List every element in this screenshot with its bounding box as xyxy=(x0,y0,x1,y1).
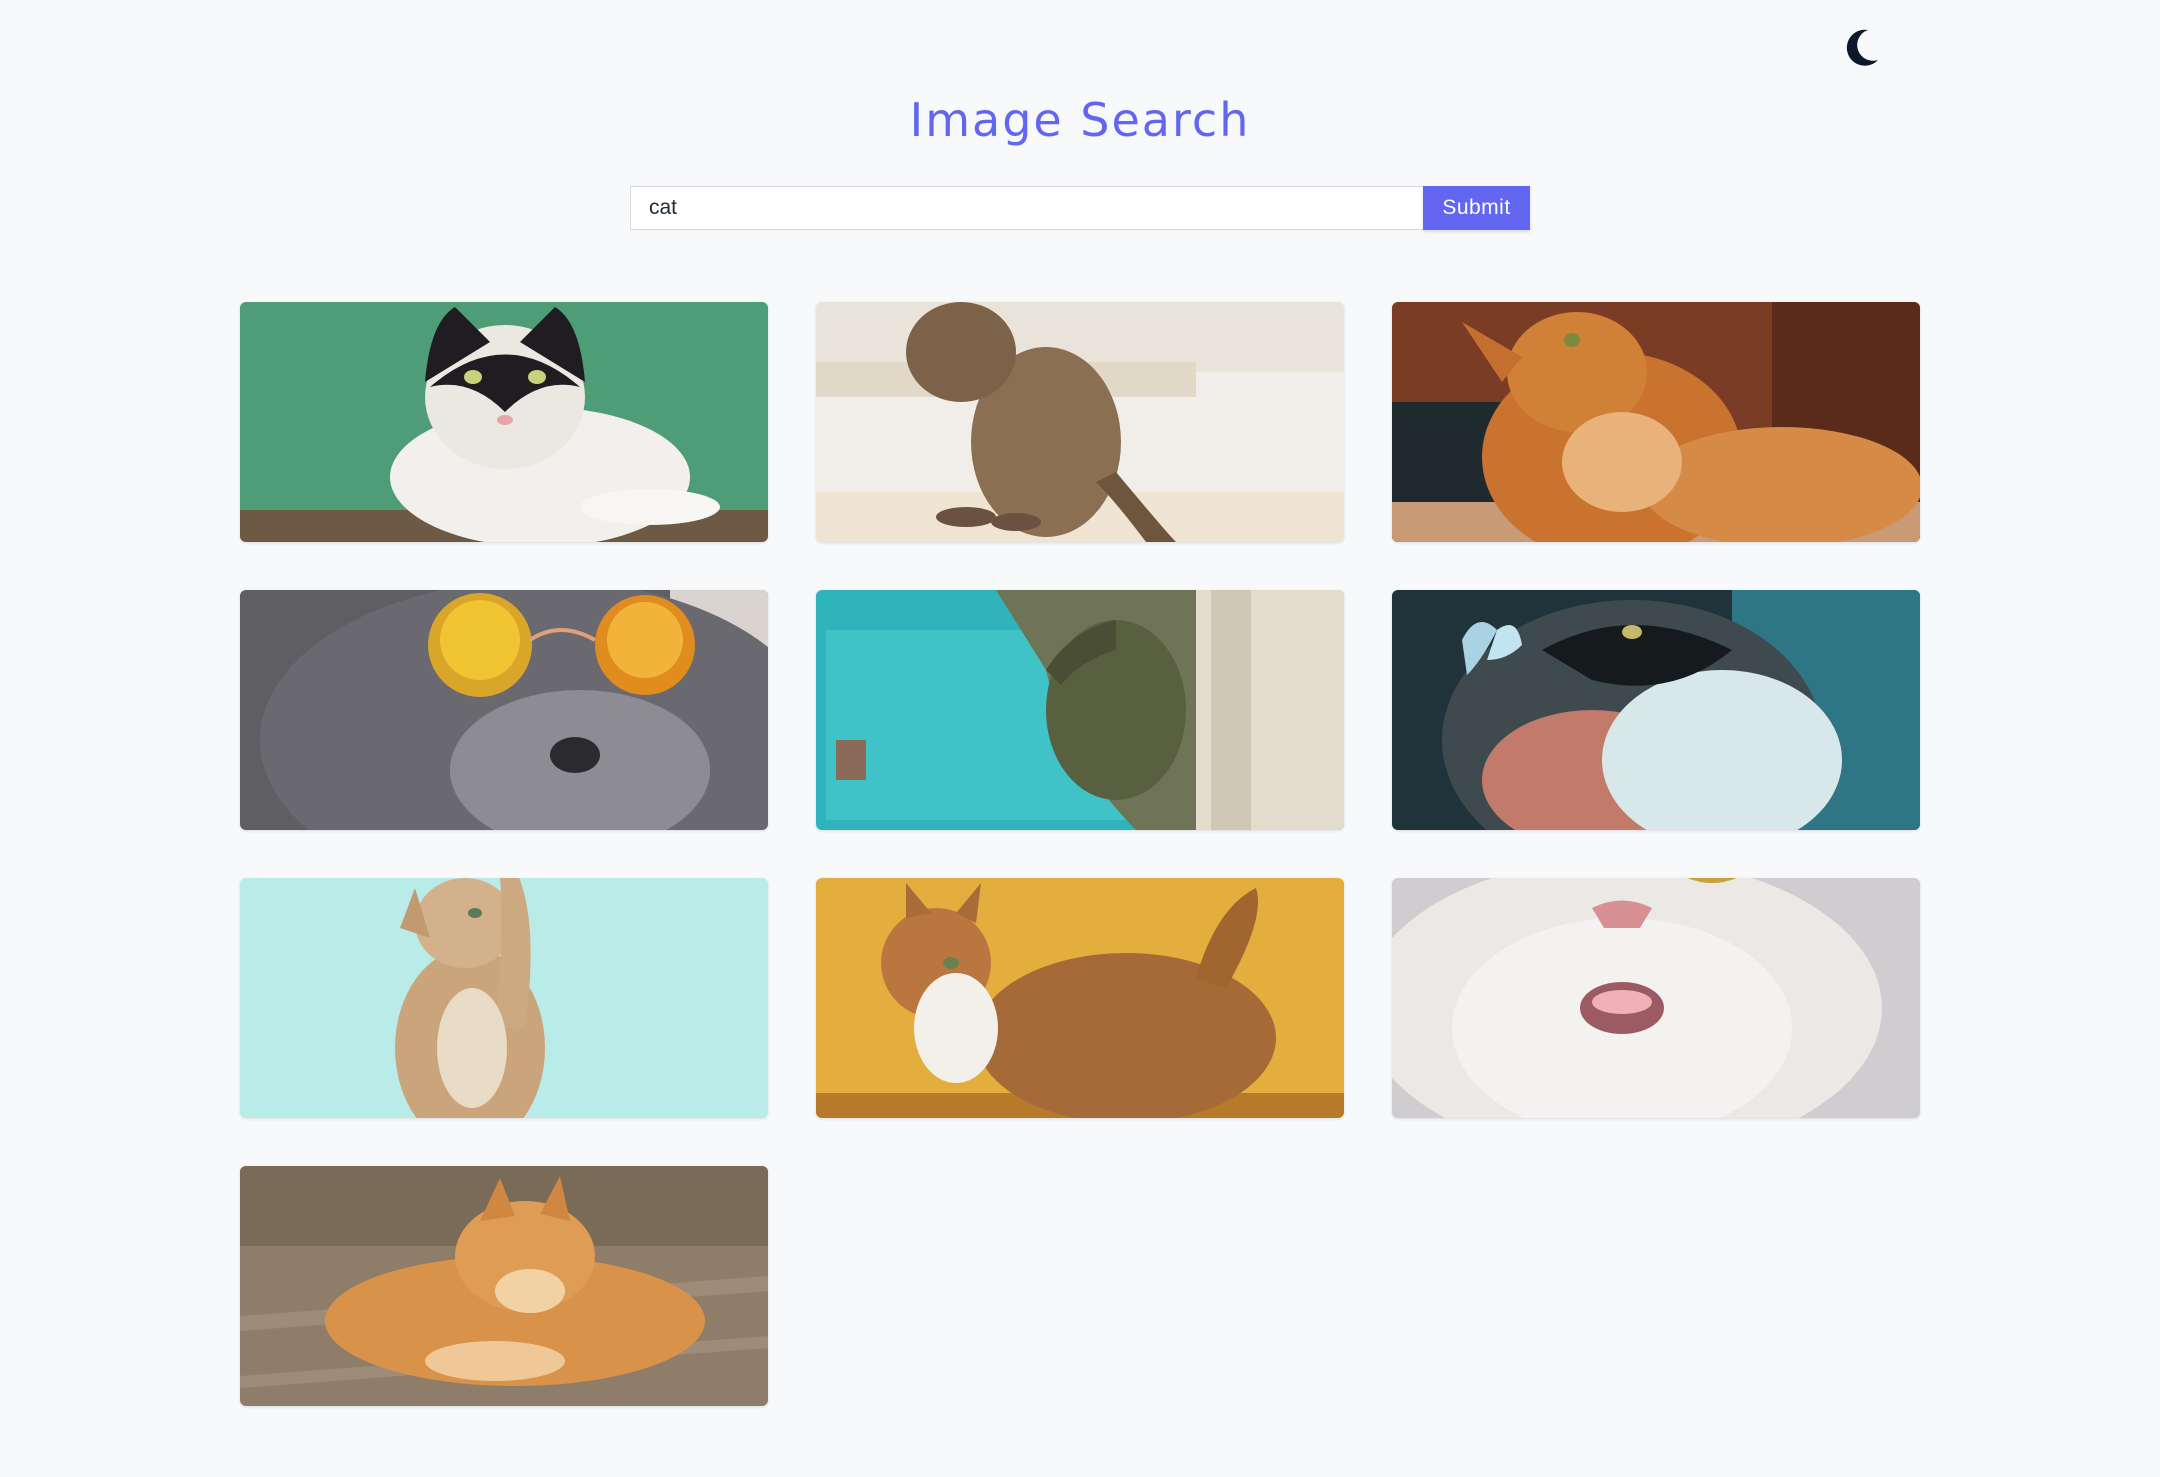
result-image-card[interactable] xyxy=(816,878,1344,1118)
search-form: Submit xyxy=(630,186,1530,230)
cat-photo xyxy=(816,302,1344,542)
moon-icon xyxy=(1846,29,1878,66)
result-image-card[interactable] xyxy=(240,302,768,542)
result-image-card[interactable] xyxy=(1392,878,1920,1118)
result-image-card[interactable] xyxy=(816,590,1344,830)
page-title: Image Search xyxy=(909,93,1251,147)
cat-photo xyxy=(240,302,768,542)
cat-photo xyxy=(816,590,1344,830)
cat-photo xyxy=(816,878,1344,1118)
result-image-card[interactable] xyxy=(240,590,768,830)
cat-photo xyxy=(240,590,768,830)
result-image-card[interactable] xyxy=(1392,302,1920,542)
cat-photo xyxy=(1392,878,1920,1118)
cat-photo xyxy=(240,1166,768,1406)
results-grid xyxy=(240,302,1920,1406)
cat-photo xyxy=(240,878,768,1118)
cat-photo xyxy=(1392,590,1920,830)
result-image-card[interactable] xyxy=(1392,590,1920,830)
image-search-page: Image Search Submit xyxy=(0,0,2160,1477)
result-image-card[interactable] xyxy=(240,878,768,1118)
search-input[interactable] xyxy=(630,186,1423,230)
submit-button[interactable]: Submit xyxy=(1423,186,1530,230)
theme-toggle-button[interactable] xyxy=(1838,26,1882,70)
result-image-card[interactable] xyxy=(816,302,1344,542)
cat-photo xyxy=(1392,302,1920,542)
result-image-card[interactable] xyxy=(240,1166,768,1406)
